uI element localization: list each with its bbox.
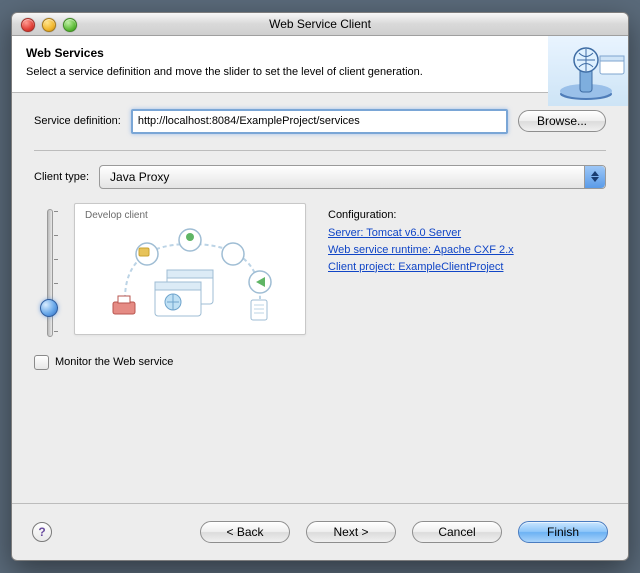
close-icon[interactable] (21, 18, 35, 32)
slider-tick (54, 235, 58, 236)
monitor-row: Monitor the Web service (34, 355, 606, 370)
minimize-icon[interactable] (42, 18, 56, 32)
cancel-button[interactable]: Cancel (412, 521, 502, 543)
service-definition-label: Service definition: (34, 115, 121, 127)
project-link[interactable]: Client project: ExampleClientProject (328, 261, 606, 273)
service-definition-input[interactable] (131, 109, 508, 134)
updown-arrows-icon (584, 166, 605, 188)
service-definition-row: Service definition: Browse... (34, 109, 606, 134)
window-title: Web Service Client (269, 17, 371, 31)
zoom-icon[interactable] (63, 18, 77, 32)
wizard-banner: Web Services Select a service definition… (12, 36, 628, 93)
runtime-link[interactable]: Web service runtime: Apache CXF 2.x (328, 244, 606, 256)
configuration-header: Configuration: (328, 209, 606, 221)
slider-tick (54, 259, 58, 260)
lifecycle-diagram-icon (75, 204, 305, 334)
level-illustration-card: Develop client (74, 203, 306, 335)
dialog-window: Web Service Client Web Services Select a… (11, 12, 629, 561)
back-button[interactable]: < Back (200, 521, 290, 543)
client-type-row: Client type: Java Proxy (34, 165, 606, 189)
dialog-body: Service definition: Browse... Client typ… (12, 93, 628, 370)
server-link[interactable]: Server: Tomcat v6.0 Server (328, 227, 606, 239)
slider-tick (54, 331, 58, 332)
banner-heading: Web Services (26, 46, 614, 60)
level-slider[interactable] (38, 207, 58, 337)
client-type-value: Java Proxy (110, 170, 584, 184)
separator (34, 150, 606, 151)
client-type-combo[interactable]: Java Proxy (99, 165, 606, 189)
wizard-footer: ? < Back Next > Cancel Finish (12, 504, 628, 560)
slider-tick (54, 211, 58, 212)
finish-button[interactable]: Finish (518, 521, 608, 543)
help-button[interactable]: ? (32, 522, 52, 542)
slider-track (47, 209, 53, 337)
generation-level-area: Develop client (34, 203, 606, 337)
monitor-checkbox[interactable] (34, 355, 49, 370)
banner-subtext: Select a service definition and move the… (26, 65, 496, 80)
configuration-block: Configuration: Server: Tomcat v6.0 Serve… (322, 203, 606, 337)
window-controls (21, 18, 77, 32)
slider-tick (54, 283, 58, 284)
client-type-label: Client type: (34, 171, 89, 183)
web-service-client-icon (548, 36, 628, 106)
slider-thumb[interactable] (40, 299, 58, 317)
monitor-label: Monitor the Web service (55, 356, 173, 368)
browse-button[interactable]: Browse... (518, 110, 606, 132)
next-button[interactable]: Next > (306, 521, 396, 543)
title-bar[interactable]: Web Service Client (12, 13, 628, 36)
